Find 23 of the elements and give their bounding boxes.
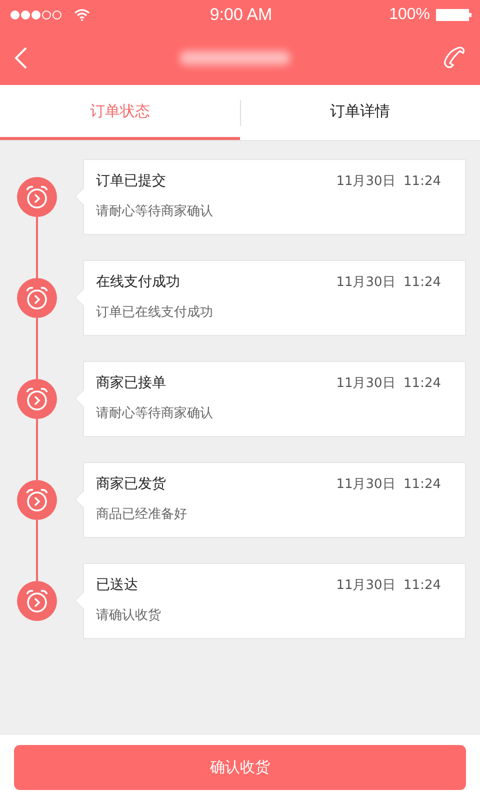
status-time: 11月30日 11:24 <box>336 375 441 392</box>
phone-icon[interactable] <box>442 46 466 70</box>
signal-icon <box>10 10 64 20</box>
status-note: 请确认收货 <box>96 607 161 624</box>
battery-percent: 100% <box>389 6 430 24</box>
status-time: 9:00 AM <box>210 5 272 25</box>
status-note: 商品已经准备好 <box>96 506 187 523</box>
status-title: 在线支付成功 <box>96 273 180 291</box>
status-note: 请耐心等待商家确认 <box>96 203 213 220</box>
status-title: 商家已发货 <box>96 475 166 493</box>
status-note: 订单已在线支付成功 <box>96 304 213 321</box>
status-title: 订单已提交 <box>96 172 166 190</box>
status-title: 已送达 <box>96 576 138 594</box>
back-icon[interactable] <box>14 46 28 70</box>
status-time: 11月30日 11:24 <box>336 274 441 291</box>
wifi-icon <box>74 9 90 21</box>
status-time: 11月30日 11:24 <box>336 173 441 190</box>
status-time: 11月30日 11:24 <box>336 476 441 493</box>
status-title: 商家已接单 <box>96 374 166 392</box>
confirm-receipt-button[interactable]: 确认收货 <box>14 745 466 790</box>
battery-icon <box>436 9 472 21</box>
status-time: 11月30日 11:24 <box>336 577 441 594</box>
status-note: 请耐心等待商家确认 <box>96 405 213 422</box>
